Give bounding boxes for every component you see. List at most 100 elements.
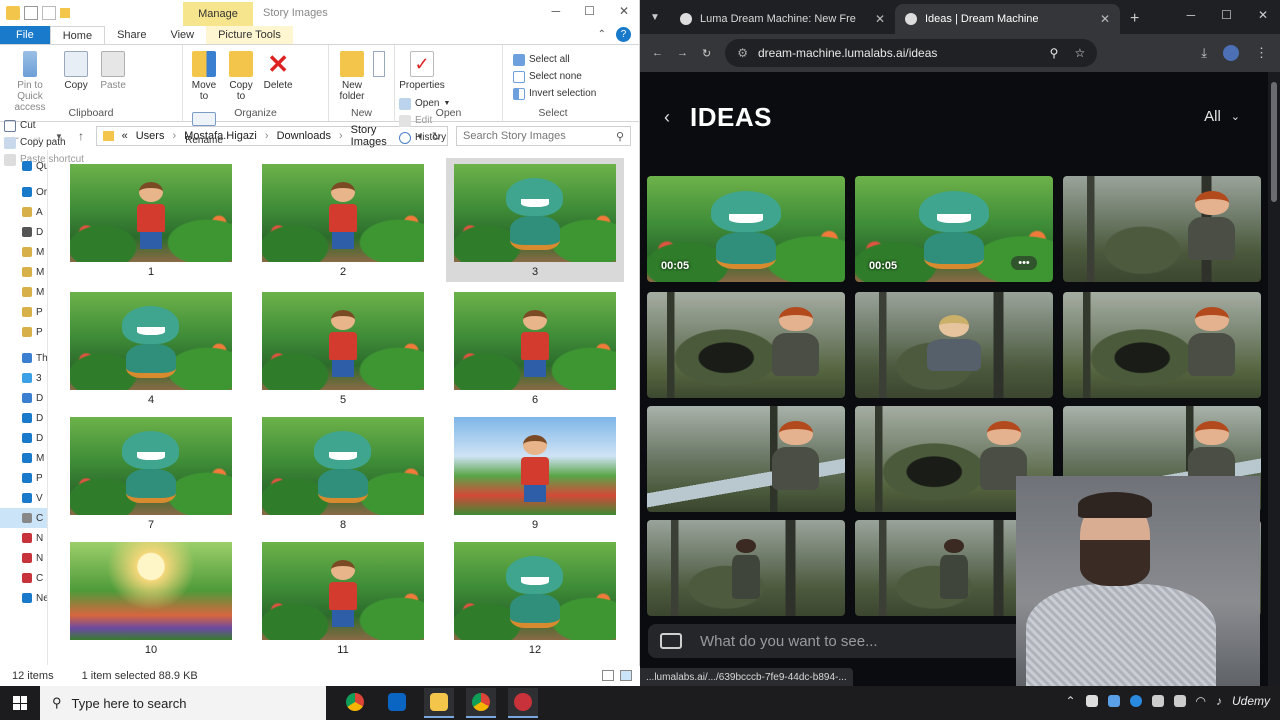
recorder-taskbar-icon[interactable] <box>508 688 538 718</box>
properties-button[interactable]: ✓ Properties <box>399 47 445 91</box>
copy-to-button[interactable]: Copy to <box>224 47 258 102</box>
nav-pane-item[interactable]: A <box>0 202 47 222</box>
nav-pane-item[interactable]: P <box>0 302 47 322</box>
close-tab-icon[interactable]: ✕ <box>1100 12 1110 26</box>
select-none-button[interactable]: Select none <box>513 68 599 85</box>
taskbar-search[interactable]: ⚲ Type here to search <box>40 686 326 720</box>
nav-pane-item[interactable]: V <box>0 488 47 508</box>
nav-pane-item[interactable]: N <box>0 528 47 548</box>
file-thumbnail[interactable]: 5 <box>254 286 432 410</box>
outlook-taskbar-icon[interactable] <box>382 688 412 718</box>
tab-view[interactable]: View <box>158 26 206 44</box>
cut-button[interactable]: Cut <box>4 117 84 134</box>
download-icon[interactable]: ⤓ <box>1201 45 1207 61</box>
search-input[interactable]: Search Story Images ⚲ <box>456 126 631 146</box>
nav-pane-item[interactable]: M <box>0 448 47 468</box>
expand-ribbon-icon[interactable]: ⌃ <box>598 29 606 40</box>
nav-pane-item[interactable]: Or <box>0 182 47 202</box>
idea-video-card[interactable] <box>1063 176 1261 282</box>
tray-skype-icon[interactable] <box>1129 695 1142 707</box>
large-icons-view-icon[interactable] <box>620 670 632 681</box>
nav-pane-item[interactable]: D <box>0 222 47 242</box>
close-tab-icon[interactable]: ✕ <box>875 12 885 26</box>
breadcrumb-users[interactable]: Users <box>136 130 165 142</box>
tray-cloud-icon[interactable] <box>1107 695 1120 707</box>
tab-home[interactable]: Home <box>49 26 106 44</box>
file-explorer-taskbar-icon[interactable] <box>424 688 454 718</box>
nav-pane-item[interactable]: C <box>0 568 47 588</box>
idea-video-card[interactable] <box>647 520 845 616</box>
nav-pane-item[interactable]: N <box>0 548 47 568</box>
minimize-icon[interactable]: ─ <box>552 4 561 18</box>
forward-arrow-icon[interactable]: → <box>677 47 688 59</box>
pin-quick-access-button[interactable]: Pin to Quick access <box>4 47 56 113</box>
idea-video-card[interactable]: 00:05 <box>647 176 845 282</box>
idea-video-card[interactable] <box>647 406 845 512</box>
file-thumbnail[interactable]: 12 <box>446 536 624 660</box>
nav-pane-item[interactable]: 3 <box>0 368 47 388</box>
nav-pane-item[interactable]: M <box>0 262 47 282</box>
start-button[interactable] <box>0 686 40 720</box>
maximize-icon[interactable]: ☐ <box>584 4 595 18</box>
invert-selection-button[interactable]: Invert selection <box>513 85 599 102</box>
bookmark-star-icon[interactable]: ☆ <box>1074 46 1085 60</box>
address-bar[interactable]: « Users › Mostafa.Higazi › Downloads › S… <box>96 124 448 148</box>
back-chevron-icon[interactable]: ‹ <box>664 107 670 128</box>
menu-kebab-icon[interactable]: ⋮ <box>1255 45 1268 61</box>
nav-pane-item[interactable]: C <box>0 508 47 528</box>
tray-volume-icon[interactable]: ♪ <box>1216 694 1222 708</box>
browser-tab-luma[interactable]: Luma Dream Machine: New Fre ✕ <box>670 4 895 34</box>
select-all-button[interactable]: Select all <box>513 51 599 68</box>
file-thumbnail[interactable]: 6 <box>446 286 624 410</box>
idea-video-card[interactable] <box>647 292 845 398</box>
close-icon[interactable]: ✕ <box>619 4 629 18</box>
nav-pane-item[interactable]: Th <box>0 348 47 368</box>
page-scrollbar[interactable] <box>1268 72 1280 686</box>
back-arrow-icon[interactable]: ← <box>652 47 663 59</box>
nav-pane-item[interactable]: P <box>0 322 47 342</box>
tray-battery-icon[interactable] <box>1151 695 1164 707</box>
file-thumbnail[interactable]: 9 <box>446 411 624 535</box>
file-thumbnail[interactable]: 2 <box>254 158 432 282</box>
file-thumbnail[interactable]: 10 <box>62 536 240 660</box>
maximize-icon[interactable]: ☐ <box>1221 8 1232 22</box>
reload-icon[interactable]: ↻ <box>702 47 711 60</box>
idea-video-card[interactable] <box>1063 292 1261 398</box>
manage-context-tab[interactable]: Manage <box>183 2 253 26</box>
copy-path-button[interactable]: Copy path <box>4 134 84 151</box>
file-thumbnail[interactable]: 8 <box>254 411 432 535</box>
checkbox-icon[interactable] <box>24 6 38 20</box>
history-button[interactable]: History <box>399 129 450 146</box>
tab-share[interactable]: Share <box>105 26 158 44</box>
file-thumbnail[interactable]: 11 <box>254 536 432 660</box>
tray-app-icon[interactable] <box>1085 695 1098 707</box>
nav-pane-item[interactable]: Ne <box>0 588 47 608</box>
breadcrumb-overflow[interactable]: « <box>122 130 128 142</box>
nav-pane-item[interactable]: D <box>0 428 47 448</box>
paste-button[interactable]: Paste <box>96 47 130 91</box>
file-thumbnail[interactable]: 4 <box>62 286 240 410</box>
nav-pane-item[interactable]: M <box>0 282 47 302</box>
tray-network-icon[interactable] <box>1173 695 1186 707</box>
image-upload-icon[interactable] <box>660 633 682 649</box>
zoom-icon[interactable]: ⚲ <box>1050 46 1059 60</box>
chrome-profile-taskbar-icon[interactable] <box>466 688 496 718</box>
new-folder-button[interactable]: New folder <box>333 47 371 102</box>
tray-chevron-icon[interactable]: ⌃ <box>1065 694 1075 708</box>
breadcrumb-downloads[interactable]: Downloads <box>277 130 331 142</box>
browser-tab-ideas[interactable]: Ideas | Dream Machine ✕ <box>895 4 1120 34</box>
prompt-input[interactable]: What do you want to see... <box>700 633 878 650</box>
more-options-icon[interactable]: ••• <box>1011 256 1037 270</box>
nav-pane-item[interactable]: D <box>0 408 47 428</box>
idea-video-card[interactable]: 00:05 ••• <box>855 176 1053 282</box>
nav-pane-item[interactable]: D <box>0 388 47 408</box>
file-thumbnail[interactable]: 3 <box>446 158 624 282</box>
new-item-icon[interactable] <box>373 51 385 77</box>
site-info-icon[interactable]: ⚙ <box>737 46 748 60</box>
file-thumbnail[interactable]: 7 <box>62 411 240 535</box>
delete-button[interactable]: ✕ Delete <box>261 47 295 91</box>
nav-pane-item[interactable]: M <box>0 242 47 262</box>
nav-pane-item[interactable]: Qu <box>0 156 47 176</box>
nav-pane-item[interactable]: P <box>0 468 47 488</box>
profile-avatar-icon[interactable] <box>1223 45 1239 61</box>
